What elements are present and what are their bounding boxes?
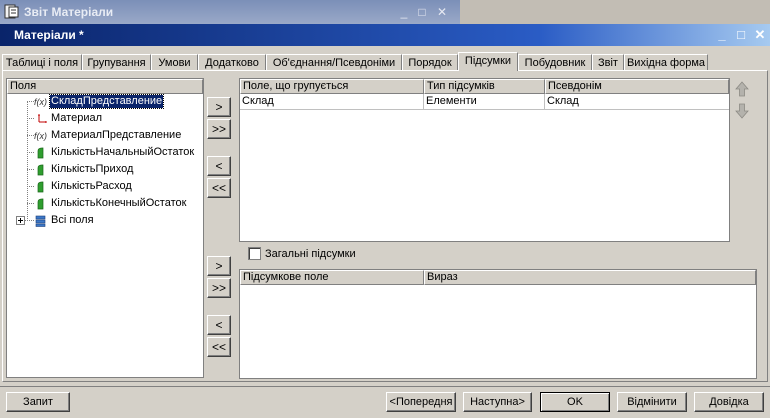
- close-icon[interactable]: ✕: [752, 28, 768, 42]
- remove-all-group-fields-button[interactable]: <<: [207, 178, 231, 198]
- tree-item[interactable]: f(x) МатериалПредставление: [7, 127, 203, 144]
- tree-item[interactable]: КількістьПриход: [7, 161, 203, 178]
- tree-item[interactable]: КількістьРасход: [7, 178, 203, 195]
- number-field-icon: [37, 181, 44, 193]
- background-window-titlebar[interactable]: Звіт Матеріали _ □ ✕: [0, 0, 460, 24]
- tree-item-label: СкладПредставление: [48, 94, 165, 109]
- tree-item-label: КількістьНачальныйОстаток: [51, 146, 195, 158]
- maximize-icon[interactable]: □: [414, 6, 430, 18]
- tree-item[interactable]: Материал: [7, 110, 203, 127]
- totals-fields-table[interactable]: Підсумкове поле Вираз: [239, 269, 757, 379]
- table-cell[interactable]: Елементи: [424, 94, 545, 109]
- fields-tree[interactable]: Поля f(x) СкладПредставление Материал f(…: [6, 78, 204, 378]
- general-totals-checkbox[interactable]: [248, 247, 261, 260]
- dialog-title: Матеріали *: [14, 28, 84, 42]
- fields-tree-header: Поля: [7, 79, 203, 94]
- tree-line: [27, 203, 34, 204]
- number-field-icon: [37, 164, 44, 176]
- dialog-titlebar[interactable]: Матеріали * _ □ ✕: [0, 24, 770, 46]
- column-header[interactable]: Поле, що групується: [240, 79, 424, 94]
- tab-conditions[interactable]: Умови: [151, 54, 198, 70]
- function-icon: f(x): [34, 131, 47, 141]
- tree-item-label: МатериалПредставление: [51, 129, 182, 141]
- minimize-icon[interactable]: _: [396, 6, 412, 18]
- tab-advanced[interactable]: Додатково: [198, 54, 266, 70]
- expand-plus-icon[interactable]: [16, 216, 25, 225]
- tree-item[interactable]: Всі поля: [7, 212, 203, 229]
- remove-all-total-fields-button[interactable]: <<: [207, 337, 231, 357]
- tab-builder[interactable]: Побудовник: [518, 54, 592, 70]
- tree-item[interactable]: КількістьКонечныйОстаток: [7, 195, 203, 212]
- tree-line: [27, 169, 34, 170]
- tab-order[interactable]: Порядок: [402, 54, 458, 70]
- column-header[interactable]: Вираз: [424, 270, 756, 285]
- tree-line: [27, 118, 34, 119]
- help-button[interactable]: Довідка: [694, 392, 764, 412]
- tree-item-label: КількістьПриход: [51, 163, 134, 175]
- link-icon: [38, 114, 47, 123]
- tree-item-label: КількістьРасход: [51, 180, 132, 192]
- table-cell[interactable]: Склад: [240, 94, 424, 109]
- next-button[interactable]: Наступна>: [463, 392, 532, 412]
- cancel-button[interactable]: Відмінити: [617, 392, 687, 412]
- function-icon: f(x): [34, 97, 47, 107]
- tree-line: [27, 135, 34, 136]
- desktop-area: [460, 0, 770, 24]
- tab-output-form[interactable]: Вихідна форма: [624, 54, 708, 70]
- query-button[interactable]: Запит: [6, 392, 70, 412]
- tree-line: [25, 220, 34, 221]
- tree-line: [27, 101, 34, 102]
- move-up-icon[interactable]: [735, 81, 749, 97]
- minimize-icon[interactable]: _: [714, 28, 730, 42]
- ok-button[interactable]: OK: [540, 392, 610, 412]
- general-totals-label: Загальні підсумки: [265, 248, 356, 260]
- column-header[interactable]: Підсумкове поле: [240, 270, 424, 285]
- tree-item-label: Всі поля: [51, 214, 94, 226]
- tree-line: [27, 152, 34, 153]
- grouping-fields-table[interactable]: Поле, що групується Тип підсумків Псевдо…: [239, 78, 730, 242]
- number-field-icon: [37, 147, 44, 159]
- column-header[interactable]: Псевдонім: [545, 79, 729, 94]
- table-cell[interactable]: Склад: [545, 94, 729, 109]
- divider: [0, 386, 770, 387]
- tab-unions-aliases[interactable]: Об'єднання/Псевдоніми: [266, 54, 402, 70]
- add-all-total-fields-button[interactable]: >>: [207, 278, 231, 298]
- table-stack-icon: [35, 215, 46, 227]
- number-field-icon: [37, 198, 44, 210]
- tree-item-label: КількістьКонечныйОстаток: [51, 197, 187, 209]
- background-window-title: Звіт Матеріали: [24, 5, 114, 19]
- column-header[interactable]: Тип підсумків: [424, 79, 545, 94]
- remove-total-field-button[interactable]: <: [207, 315, 231, 335]
- tab-strip: Таблиці і поля Групування Умови Додатков…: [0, 52, 770, 71]
- add-all-group-fields-button[interactable]: >>: [207, 119, 231, 139]
- report-app-icon: [4, 4, 19, 19]
- tab-tables-fields[interactable]: Таблиці і поля: [2, 54, 82, 70]
- add-total-field-button[interactable]: >: [207, 256, 231, 276]
- remove-group-field-button[interactable]: <: [207, 156, 231, 176]
- move-down-icon[interactable]: [735, 103, 749, 119]
- close-icon[interactable]: ✕: [434, 6, 450, 18]
- table-row[interactable]: Склад Елементи Склад: [240, 94, 729, 110]
- tree-item-label: Материал: [51, 112, 102, 124]
- previous-button[interactable]: <Попередня: [386, 392, 456, 412]
- tree-item[interactable]: КількістьНачальныйОстаток: [7, 144, 203, 161]
- tab-totals[interactable]: Підсумки: [458, 52, 518, 71]
- tab-report[interactable]: Звіт: [592, 54, 624, 70]
- tab-grouping[interactable]: Групування: [82, 54, 151, 70]
- tree-item[interactable]: f(x) СкладПредставление: [7, 93, 203, 110]
- add-group-field-button[interactable]: >: [207, 97, 231, 117]
- maximize-icon[interactable]: □: [733, 28, 749, 42]
- tree-line: [27, 186, 34, 187]
